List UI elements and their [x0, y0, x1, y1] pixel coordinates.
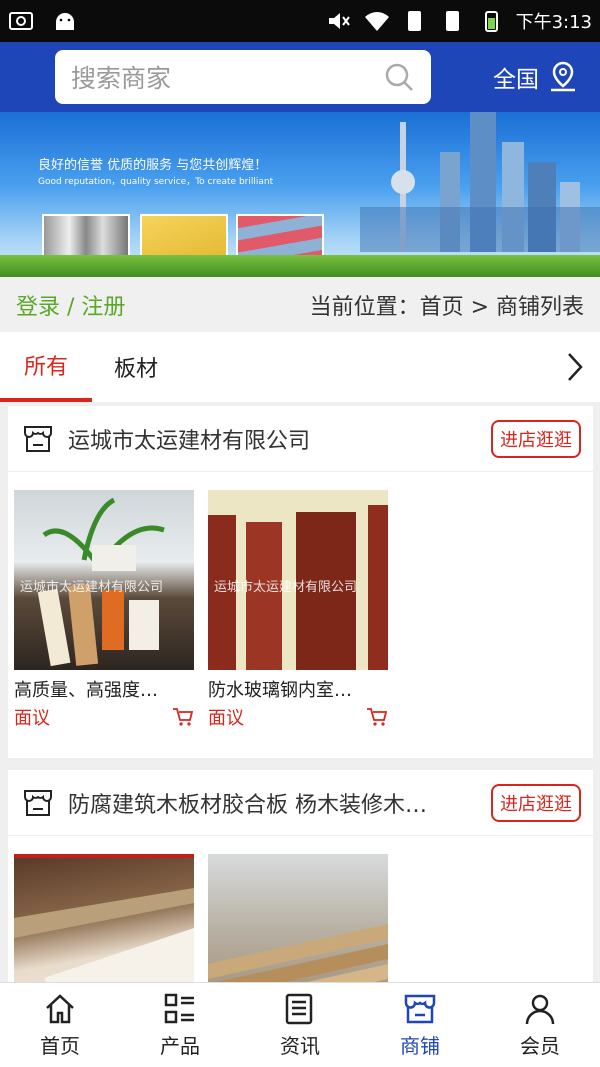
app-header: 搜索商家 全国 [0, 42, 600, 112]
search-input[interactable]: 搜索商家 [71, 59, 383, 95]
shop-card: 运城市太运建材有限公司 进店逛逛 运城市太运建材有限公司 高质量、高强度… 面议 [8, 406, 593, 758]
breadcrumb: 当前位置：首页 > 商铺列表 [309, 294, 584, 320]
nav-shops[interactable]: 商铺 [360, 983, 480, 1067]
banner-grass [0, 255, 600, 277]
shop-icon [24, 789, 52, 816]
nav-home-label: 首页 [40, 1033, 80, 1058]
status-time: 下午3:13 [515, 12, 592, 33]
product-price-row: 面议 [208, 704, 388, 730]
cart-icon[interactable] [366, 707, 388, 727]
banner-slogan-en: Good reputation，quality service，To creat… [38, 177, 274, 187]
sim2-icon [445, 11, 459, 31]
shop-card-header: 运城市太运建材有限公司 进店逛逛 [8, 406, 593, 472]
tab-all[interactable]: 所有 [0, 332, 92, 402]
search-icon[interactable] [383, 61, 415, 93]
banner-slogan: 良好的信誉 优质的服务 与您共创辉煌！ [38, 158, 268, 173]
category-tabs: 所有 板材 [0, 332, 600, 402]
nav-member[interactable]: 会员 [480, 983, 600, 1067]
product-item[interactable]: 运城市太运建材有限公司 防水玻璃钢内室… 面议 [208, 490, 388, 730]
product-price-row: 面议 [14, 704, 194, 730]
shop-card-header: 防腐建筑木板材胶合板 杨木装修木… 进店逛逛 [8, 770, 593, 836]
region-selector[interactable]: 全国 [493, 60, 579, 94]
shop-name[interactable]: 防腐建筑木板材胶合板 杨木装修木… [68, 787, 481, 819]
product-item[interactable] [208, 854, 388, 982]
product-title[interactable]: 高质量、高强度… [14, 676, 194, 702]
product-title[interactable]: 防水玻璃钢内室… [208, 676, 388, 702]
search-bar[interactable]: 搜索商家 [55, 50, 431, 104]
news-icon [285, 993, 313, 1024]
shop-card: 防腐建筑木板材胶合板 杨木装修木… 进店逛逛 [8, 770, 593, 982]
bottom-nav: 首页 产品 资讯 商铺 会员 [0, 982, 600, 1067]
product-watermark: 运城市太运建材有限公司 [214, 580, 358, 595]
product-list [8, 836, 593, 982]
shop-icon [404, 994, 436, 1023]
tabs-more-button[interactable] [550, 332, 600, 402]
status-bar: 下午3:13 [0, 0, 600, 42]
nav-news-label: 资讯 [280, 1033, 320, 1058]
nav-products[interactable]: 产品 [120, 983, 240, 1067]
shop-icon [24, 425, 52, 452]
location-pin-icon [551, 61, 575, 92]
mute-icon [328, 13, 350, 29]
chevron-right-icon [568, 353, 583, 381]
product-price: 面议 [14, 708, 50, 729]
shop-name[interactable]: 运城市太运建材有限公司 [68, 423, 481, 455]
product-watermark: 运城市太运建材有限公司 [20, 580, 164, 595]
home-icon [46, 993, 74, 1023]
product-list: 运城市太运建材有限公司 高质量、高强度… 面议 运城市太运建材有限公司 防水玻璃… [8, 472, 593, 730]
enter-shop-button[interactable]: 进店逛逛 [491, 419, 581, 458]
region-label: 全国 [493, 67, 539, 93]
product-image[interactable] [14, 854, 194, 982]
screenshot-icon [9, 12, 33, 30]
tab-board[interactable]: 板材 [92, 332, 180, 402]
android-icon [56, 13, 74, 30]
promo-banner[interactable]: 良好的信誉 优质的服务 与您共创辉煌！ Good reputation，qual… [0, 112, 600, 277]
product-item[interactable]: 运城市太运建材有限公司 高质量、高强度… 面议 [14, 490, 194, 730]
wifi-icon [364, 12, 389, 31]
battery-icon [484, 11, 498, 32]
product-image[interactable]: 运城市太运建材有限公司 [14, 490, 194, 670]
login-register-link[interactable]: 登录 / 注册 [16, 289, 125, 321]
nav-shops-label: 商铺 [400, 1033, 440, 1058]
nav-home[interactable]: 首页 [0, 983, 120, 1067]
breadcrumb-row: 登录 / 注册 当前位置：首页 > 商铺列表 [0, 277, 600, 332]
user-icon [525, 994, 555, 1024]
nav-products-label: 产品 [160, 1033, 200, 1058]
list-icon [164, 993, 194, 1023]
city-skyline-image [360, 112, 600, 252]
sim1-icon [407, 11, 421, 31]
product-image[interactable] [208, 854, 388, 982]
product-price: 面议 [208, 708, 244, 729]
enter-shop-button[interactable]: 进店逛逛 [491, 783, 581, 822]
nav-news[interactable]: 资讯 [240, 983, 360, 1067]
cart-icon[interactable] [172, 707, 194, 727]
product-item[interactable] [14, 854, 194, 982]
nav-member-label: 会员 [520, 1033, 560, 1058]
product-image[interactable]: 运城市太运建材有限公司 [208, 490, 388, 670]
